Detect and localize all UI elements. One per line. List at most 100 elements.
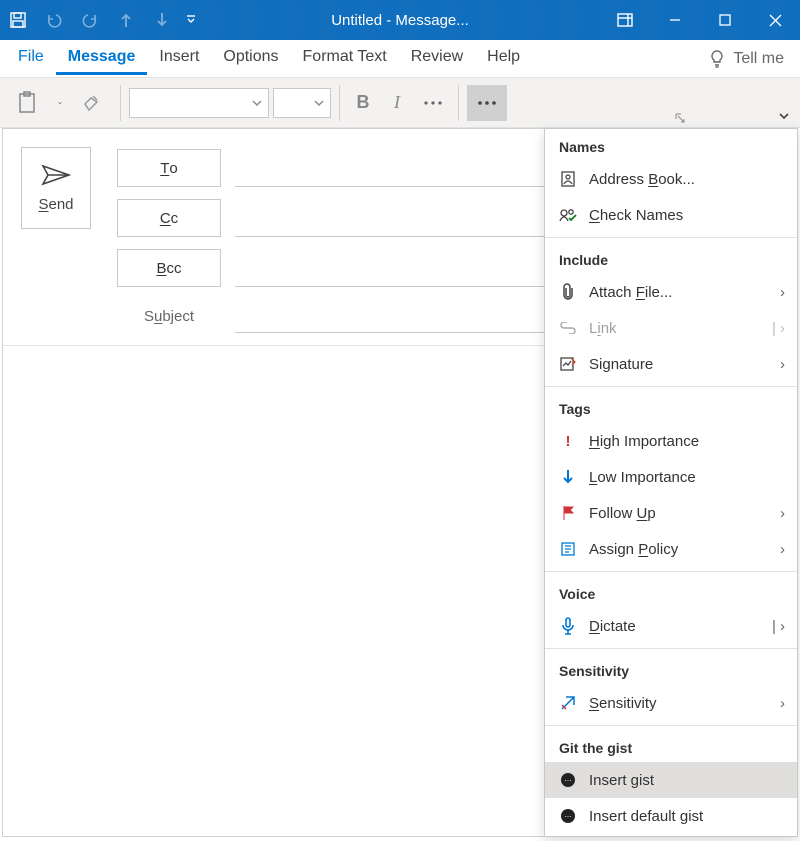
maximize-button[interactable] xyxy=(700,0,750,40)
menu-label: Link xyxy=(589,320,617,337)
menu-insert-default-gist[interactable]: ⋯ Insert default gist xyxy=(545,798,797,834)
ribbon-overflow-menu: Names Address Book... Check Names Includ… xyxy=(544,128,798,837)
svg-text:⋯: ⋯ xyxy=(565,778,572,785)
tab-review[interactable]: Review xyxy=(399,42,475,75)
send-label: Send xyxy=(38,196,73,213)
high-importance-icon: ! xyxy=(559,433,577,450)
tab-format-text[interactable]: Format Text xyxy=(291,42,399,75)
qat-customize-button[interactable] xyxy=(180,0,202,40)
gist-icon: ⋯ xyxy=(559,772,577,788)
font-more-button[interactable] xyxy=(416,85,450,121)
menu-label: Check Names xyxy=(589,207,683,224)
minimize-button[interactable] xyxy=(650,0,700,40)
policy-icon xyxy=(559,541,577,557)
menu-follow-up[interactable]: Follow Up › xyxy=(545,495,797,531)
font-size-combo[interactable] xyxy=(273,88,331,118)
cc-button[interactable]: Cc xyxy=(117,199,221,237)
menu-header-tags: Tags xyxy=(545,391,797,423)
menu-check-names[interactable]: Check Names xyxy=(545,197,797,233)
ribbon-toolbar: B I xyxy=(0,78,800,128)
bcc-button[interactable]: Bcc xyxy=(117,249,221,287)
address-book-icon xyxy=(559,171,577,187)
link-icon xyxy=(559,322,577,334)
menu-signature[interactable]: Signature › xyxy=(545,346,797,382)
separator xyxy=(120,85,121,121)
title-bar: Untitled - Message... xyxy=(0,0,800,40)
menu-header-voice: Voice xyxy=(545,576,797,608)
check-names-icon xyxy=(559,208,577,222)
font-family-combo[interactable] xyxy=(129,88,269,118)
menu-label: Address Book... xyxy=(589,171,695,188)
menu-header-sensitivity: Sensitivity xyxy=(545,653,797,685)
previous-item-button[interactable] xyxy=(108,0,144,40)
menu-label: Dictate xyxy=(589,618,636,635)
italic-button[interactable]: I xyxy=(382,85,412,121)
collapse-ribbon-button[interactable] xyxy=(778,111,790,121)
menu-link: Link | › xyxy=(545,310,797,346)
menu-high-importance[interactable]: ! High Importance xyxy=(545,423,797,459)
close-button[interactable] xyxy=(750,0,800,40)
tab-help[interactable]: Help xyxy=(475,42,532,75)
tab-file[interactable]: File xyxy=(6,42,56,75)
menu-low-importance[interactable]: Low Importance xyxy=(545,459,797,495)
ribbon-tab-strip: File Message Insert Options Format Text … xyxy=(0,40,800,78)
paste-dropdown[interactable] xyxy=(52,85,68,121)
flag-icon xyxy=(559,505,577,521)
signature-icon xyxy=(559,356,577,372)
ribbon-overflow-button[interactable] xyxy=(467,85,507,121)
paperclip-icon xyxy=(559,283,577,301)
menu-insert-gist[interactable]: ⋯ Insert gist xyxy=(545,762,797,798)
chevron-right-icon: | › xyxy=(772,320,785,337)
low-importance-icon xyxy=(559,469,577,485)
ribbon-display-button[interactable] xyxy=(600,0,650,40)
undo-button[interactable] xyxy=(36,0,72,40)
tab-insert[interactable]: Insert xyxy=(147,42,211,75)
menu-header-gist: Git the gist xyxy=(545,730,797,762)
sensitivity-icon xyxy=(559,695,577,711)
chevron-right-icon: › xyxy=(780,695,785,712)
menu-label: Low Importance xyxy=(589,469,696,486)
chevron-right-icon: › xyxy=(780,505,785,522)
menu-label: Signature xyxy=(589,356,653,373)
redo-button[interactable] xyxy=(72,0,108,40)
menu-attach-file[interactable]: Attach File... › xyxy=(545,274,797,310)
menu-header-names: Names xyxy=(545,129,797,161)
subject-label: Subject xyxy=(117,308,221,325)
paste-button[interactable] xyxy=(8,85,48,121)
menu-sensitivity[interactable]: Sensitivity › xyxy=(545,685,797,721)
tell-me-label: Tell me xyxy=(733,50,784,68)
menu-label: Assign Policy xyxy=(589,541,678,558)
svg-text:⋯: ⋯ xyxy=(565,814,572,821)
send-button[interactable]: Send xyxy=(21,147,91,229)
chevron-right-icon: › xyxy=(780,356,785,373)
menu-label: High Importance xyxy=(589,433,699,450)
next-item-button[interactable] xyxy=(144,0,180,40)
menu-address-book[interactable]: Address Book... xyxy=(545,161,797,197)
menu-header-include: Include xyxy=(545,242,797,274)
menu-label: Insert default gist xyxy=(589,808,703,825)
bold-button[interactable]: B xyxy=(348,85,378,121)
menu-label: Sensitivity xyxy=(589,695,657,712)
chevron-right-icon: › xyxy=(780,284,785,301)
chevron-right-icon: | › xyxy=(772,618,785,635)
dialog-launcher-icon[interactable] xyxy=(675,113,685,123)
gist-icon: ⋯ xyxy=(559,808,577,824)
separator xyxy=(339,85,340,121)
tell-me-search[interactable]: Tell me xyxy=(699,50,794,68)
send-icon xyxy=(41,164,71,186)
quick-access-toolbar xyxy=(0,0,202,40)
lightbulb-icon xyxy=(709,50,725,68)
menu-assign-policy[interactable]: Assign Policy › xyxy=(545,531,797,567)
menu-label: Follow Up xyxy=(589,505,656,522)
to-button[interactable]: To xyxy=(117,149,221,187)
tab-message[interactable]: Message xyxy=(56,42,148,75)
menu-dictate[interactable]: Dictate | › xyxy=(545,608,797,644)
menu-label: Insert gist xyxy=(589,772,654,789)
format-painter-button[interactable] xyxy=(72,85,112,121)
menu-label: Attach File... xyxy=(589,284,672,301)
chevron-right-icon: › xyxy=(780,541,785,558)
microphone-icon xyxy=(559,617,577,635)
save-button[interactable] xyxy=(0,0,36,40)
tab-options[interactable]: Options xyxy=(211,42,290,75)
separator xyxy=(458,85,459,121)
